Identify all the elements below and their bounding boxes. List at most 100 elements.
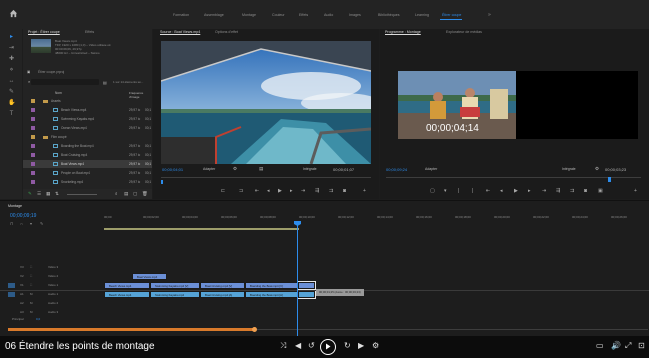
captions-icon[interactable]: ▭ [596,341,604,350]
source-patch-button[interactable] [8,283,15,288]
audio-clip[interactable]: Boarding the Boat.mp4 [A] [245,291,298,298]
source-zoom-select[interactable]: Adapter [203,167,215,171]
program-mark-out-icon[interactable]: | [458,188,459,194]
track-header[interactable]: A1 M Audio 1 [0,290,104,299]
extract-icon[interactable]: ⇉ [570,188,574,194]
source-add-button-icon[interactable]: + [363,188,366,194]
source-patch-button[interactable] [8,301,15,306]
video-clip[interactable]: Boat Views.mp4 [132,273,167,280]
workspace-formation[interactable]: Formation [173,13,189,17]
workspace-images[interactable]: Images [349,13,361,17]
bin-row[interactable]: Assets [23,97,152,105]
workspace-montage[interactable]: Montage [242,13,256,17]
source-wrench-icon[interactable]: ⚙ [233,166,237,172]
label-color-swatch[interactable] [31,99,35,103]
program-resolution-select[interactable]: Intégrale [562,167,576,171]
label-color-swatch[interactable] [31,162,35,166]
more-workspaces-icon[interactable]: » [488,12,491,18]
program-goto-out-icon[interactable]: ⇥ [542,188,546,194]
icon-view-icon[interactable]: ▦ [46,191,50,197]
source-resolution-select[interactable]: Intégrale [303,167,317,171]
find-icon[interactable]: ⌕ [115,191,118,196]
label-color-swatch[interactable] [31,171,35,175]
sort-icon[interactable]: ⇅ [55,191,59,197]
pencil-write-icon[interactable]: ✎ [28,191,32,197]
shuffle-icon[interactable]: ⤨ [280,341,286,351]
video-clip[interactable] [297,281,316,290]
track-output-icon[interactable]: ⛶ [30,281,32,290]
bin-icon[interactable]: ▣ [27,70,30,74]
track-header[interactable]: A3 M Audio 3 [0,308,104,317]
type-icon[interactable]: T [8,111,15,118]
workspace-assemblage[interactable]: Assemblage [204,13,224,17]
track-header[interactable]: V2 ⛶ Vidéo 2 [0,272,104,281]
expand-icon[interactable]: ⊡ [638,341,645,350]
source-patch-button[interactable] [8,274,15,279]
program-wrench-icon[interactable]: ⚙ [595,166,599,172]
workspace-audio[interactable]: Audio [324,13,333,17]
select-tool-icon[interactable]: ▸ [8,34,15,41]
audio-clip[interactable]: Boat Cruising.mp4 [A] [200,291,245,298]
source-playhead-timecode[interactable]: 00;00;04;01 [162,167,183,172]
label-color-swatch[interactable] [31,180,35,184]
track-select-tool-icon[interactable]: ⇥ [8,45,15,52]
tab-project[interactable]: Projet : Étirer coupe [28,30,60,34]
new-bin-icon[interactable]: ▤ [103,80,107,85]
program-mark-in-icon[interactable]: ▾ [444,188,447,194]
source-marker-icon[interactable]: ▤ [259,166,263,172]
step-forward-icon[interactable]: ▸ [290,188,293,194]
timeline-playhead-timecode[interactable]: 00;00;09;19 [10,213,36,219]
export-frame-icon[interactable]: ◙ [343,188,346,194]
program-goto-in-icon[interactable]: ⇤ [486,188,490,194]
source-time-ruler[interactable] [161,177,371,184]
mark-in-icon[interactable]: ⊏ [221,188,225,194]
project-clip-row[interactable]: Snorkeling.mp4 29,97 ic 00;1 [23,178,152,186]
source-patch-button[interactable] [8,292,15,297]
add-marker-icon[interactable]: ▾ [30,221,32,226]
label-color-swatch[interactable] [31,117,35,121]
pen-icon[interactable]: ✎ [8,89,15,96]
project-clip-row[interactable]: People on Boat.mp4 29,97 ic 00;1 [23,169,152,177]
list-view-icon[interactable]: ☰ [37,191,41,197]
source-patch-button[interactable] [8,265,15,270]
workspace-etirer-coupe[interactable]: Étirer coupe [442,13,461,17]
program-step-forward-icon[interactable]: ▸ [528,188,531,194]
track-output-icon[interactable]: ⛶ [30,263,32,272]
tab-effects[interactable]: Effets [85,30,94,34]
audio-clip[interactable]: Swimming Kayaks.mp4 [150,291,200,298]
rewind-icon[interactable]: ↺ [308,341,315,350]
program-marker-icon[interactable]: ▢ [430,188,435,194]
track-header[interactable]: V3 ⛶ Vidéo 3 [0,263,104,272]
timeline-zoom-scrollbar[interactable] [8,327,648,332]
work-area-bar[interactable] [104,228,299,230]
program-playhead-timecode[interactable]: 00;00;09;24 [386,167,407,172]
project-clip-row[interactable]: Boat Cruising.mp4 29,97 ic 00;1 [23,151,152,159]
video-clip[interactable]: Beach Views.mp4 [104,282,150,289]
timeline-playhead-line[interactable] [297,223,298,336]
video-clip[interactable]: Swimming Kayaks.mp4 [V] [150,282,200,289]
volume-icon[interactable]: 🔊 [611,341,621,350]
hand-icon[interactable]: ✋ [8,100,15,107]
audio-clip[interactable] [297,290,316,299]
label-color-swatch[interactable] [31,108,35,112]
insert-icon[interactable]: ⇶ [315,188,319,194]
overwrite-icon[interactable]: ⇉ [329,188,333,194]
tab-program[interactable]: Programme : Montage [385,30,421,34]
timeline-playhead-handle[interactable] [294,221,301,226]
audio-clip[interactable]: Beach Views.mp4 [104,291,150,298]
project-clip-row[interactable]: Boarding the Boat.mp4 29,97 ic 00;1 [23,142,152,150]
label-color-swatch[interactable] [31,135,35,139]
label-color-swatch[interactable] [31,144,35,148]
snap-icon[interactable]: ⊓ [10,221,13,226]
settings-icon[interactable]: ⚙ [372,341,379,350]
timeline-settings-icon[interactable]: ✎ [40,221,43,226]
tab-effect-controls[interactable]: Options d'effet [215,30,238,34]
project-clip-row[interactable]: Beach Views.mp4 29,97 ic 00;1 [23,106,152,114]
linked-selection-icon[interactable]: ∩ [20,221,23,226]
label-color-swatch[interactable] [31,126,35,130]
comparison-view-icon[interactable]: ▣ [598,188,603,194]
new-bin-footer-icon[interactable]: ▤ [124,191,128,197]
program-playhead-marker[interactable] [608,177,611,182]
mark-out-icon[interactable]: ⊐ [239,188,243,194]
workspace-learning[interactable]: Learning [415,13,429,17]
